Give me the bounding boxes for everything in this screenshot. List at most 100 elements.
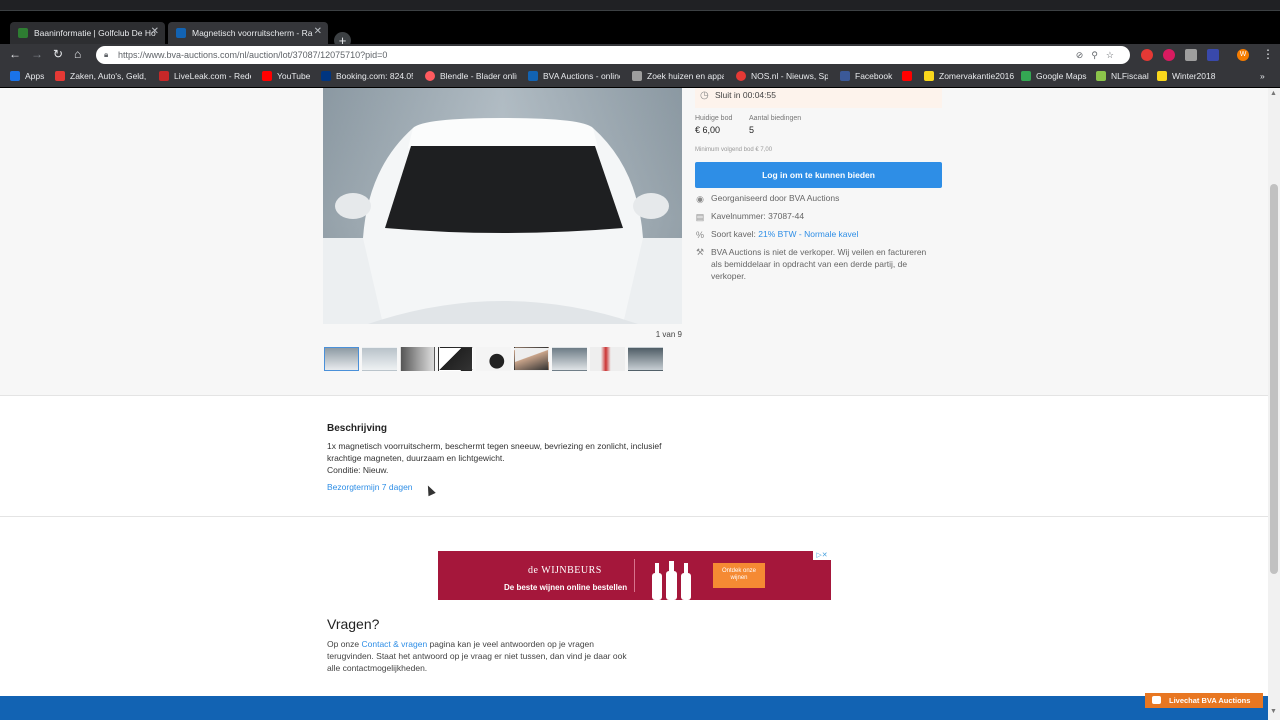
extension-icon[interactable] <box>1141 49 1153 61</box>
image-counter: 1 van 9 <box>655 330 682 339</box>
more-bookmarks-icon[interactable]: » <box>1260 71 1265 81</box>
extension-icon[interactable] <box>1207 49 1219 61</box>
bookmark-favicon-icon <box>159 71 169 81</box>
menu-dots-icon[interactable]: ⋮ <box>1262 47 1274 61</box>
bookmark-label: Zoek huizen en appa... <box>647 71 724 81</box>
close-tab-icon[interactable]: ✕ <box>151 26 159 37</box>
bookmark-label: LiveLeak.com - Rede... <box>174 71 251 81</box>
minimum-next-bid: Minimum volgend bod € 7,00 <box>695 147 773 153</box>
bookmark-folder[interactable]: Zomervakantie2016 <box>924 71 1014 81</box>
blendle-icon <box>425 71 435 81</box>
bookmark-item[interactable]: Zoek huizen en appa... <box>632 71 724 81</box>
questions-title: Vragen? <box>327 616 380 632</box>
bookmark-item[interactable]: NOS.nl - Nieuws, Spo... <box>736 71 828 81</box>
livechat-button[interactable]: Livechat BVA Auctions <box>1145 693 1263 708</box>
url-text: https://www.bva-auctions.com/nl/auction/… <box>118 50 388 60</box>
bookmark-item[interactable]: BVA Auctions - online... <box>528 71 620 81</box>
footer-band <box>0 696 1268 720</box>
tab-golfclub[interactable]: Baaninformatie | Golfclub De Ho ✕ <box>10 22 165 44</box>
contact-link[interactable]: Contact & vragen <box>362 639 428 649</box>
countdown-box: ◷ Sluit in 00:04:55 <box>695 88 942 108</box>
thumbnail[interactable] <box>552 347 587 371</box>
bookmark-favicon-icon <box>55 71 65 81</box>
bookmark-item[interactable]: LiveLeak.com - Rede... <box>159 71 251 81</box>
thumbnail[interactable] <box>400 347 435 371</box>
organiser-icon: ◉ <box>696 194 704 204</box>
bookmark-label: Blendle - Blader onlin... <box>440 71 517 81</box>
bookmark-item[interactable]: Zaken, Auto's, Geld, ... <box>55 71 147 81</box>
scroll-down-icon[interactable]: ▼ <box>1270 708 1277 715</box>
thumbnail[interactable] <box>438 347 473 371</box>
nos-icon <box>736 71 746 81</box>
browser-toolbar: ← → ↻ ⌂ 🔒︎ https://www.bva-auctions.com/… <box>0 44 1280 66</box>
thumbnail[interactable] <box>590 347 625 371</box>
thumbnail[interactable] <box>324 347 359 371</box>
extension-icon[interactable] <box>1185 49 1197 61</box>
description-title: Beschrijving <box>327 423 388 434</box>
ad-close-icon[interactable]: ▷✕ <box>813 551 831 560</box>
apps-icon <box>10 71 20 81</box>
lot-type-link[interactable]: 21% BTW - Normale kavel <box>758 229 858 240</box>
youtube-icon <box>262 71 272 81</box>
bookmarks-bar: Apps Zaken, Auto's, Geld, ... LiveLeak.c… <box>0 66 1280 88</box>
bids-count-label: Aantal biedingen <box>749 115 802 122</box>
bookmark-label: Zaken, Auto's, Geld, ... <box>70 71 147 81</box>
close-tab-icon[interactable]: ✕ <box>314 26 322 37</box>
image-thumbnails <box>324 347 663 371</box>
bva-favicon-icon <box>176 28 186 38</box>
livechat-label: Livechat BVA Auctions <box>1169 696 1251 705</box>
advertisement-banner[interactable]: de WIJNBEURS De beste wijnen online best… <box>438 551 831 600</box>
tab-title: Baaninformatie | Golfclub De Ho <box>34 28 156 38</box>
product-main-image[interactable] <box>323 88 682 324</box>
tab-title: Magnetisch voorruitscherm - Ra <box>192 28 313 38</box>
ad-tagline: De beste wijnen online bestellen <box>504 583 628 592</box>
booking-icon <box>321 71 331 81</box>
lot-type-row: % Soort kavel: 21% BTW - Normale kavel <box>695 229 858 240</box>
youtube-icon <box>902 71 912 81</box>
address-bar[interactable]: 🔒︎ https://www.bva-auctions.com/nl/aucti… <box>96 46 1130 64</box>
bookmark-item[interactable]: Google Maps <box>1021 71 1087 81</box>
countdown-text: Sluit in 00:04:55 <box>715 90 776 100</box>
bva-icon <box>528 71 538 81</box>
questions-text-start: Op onze <box>327 639 362 649</box>
condition-text: Conditie: Nieuw. <box>327 465 389 475</box>
percent-icon: % <box>695 230 704 240</box>
omnibox-actions[interactable]: ⊘⚲☆ <box>1076 46 1122 64</box>
profile-avatar[interactable]: W <box>1237 49 1249 61</box>
bookmark-apps[interactable]: Apps <box>10 71 44 81</box>
bookmark-item[interactable]: Blendle - Blader onlin... <box>425 71 517 81</box>
bookmark-item[interactable]: Facebook <box>840 71 892 81</box>
facebook-icon <box>840 71 850 81</box>
thumbnail[interactable] <box>362 347 397 371</box>
maps-icon <box>1021 71 1031 81</box>
bookmark-label: NLFiscaal <box>1111 71 1149 81</box>
car-windshield-illustration <box>323 88 682 324</box>
clock-icon: ◷ <box>700 90 709 101</box>
reload-icon[interactable]: ↻ <box>53 47 63 61</box>
thumbnail[interactable] <box>514 347 549 371</box>
scroll-up-icon[interactable]: ▲ <box>1270 90 1277 97</box>
page-scrollbar[interactable]: ▲ ▼ <box>1268 88 1280 720</box>
bookmark-item[interactable]: Booking.com: 824.05... <box>321 71 413 81</box>
tab-bva[interactable]: Magnetisch voorruitscherm - Ra ✕ <box>168 22 328 44</box>
login-to-bid-button[interactable]: Log in om te kunnen bieden <box>695 162 942 188</box>
document-icon: ▤ <box>695 212 705 222</box>
thumbnail[interactable] <box>628 347 663 371</box>
bookmark-label: Apps <box>25 71 45 81</box>
bookmark-item[interactable] <box>902 71 917 81</box>
extension-icon[interactable] <box>1163 49 1175 61</box>
bookmark-item[interactable]: NLFiscaal <box>1096 71 1149 81</box>
home-icon[interactable]: ⌂ <box>74 47 81 61</box>
bookmark-folder[interactable]: Winter2018 <box>1157 71 1215 81</box>
folder-icon <box>1157 71 1167 81</box>
forward-icon[interactable]: → <box>31 47 43 61</box>
back-icon[interactable]: ← <box>9 47 21 61</box>
delivery-time-link[interactable]: Bezorgtermijn 7 dagen <box>327 482 413 492</box>
bookmark-item[interactable]: YouTube <box>262 71 310 81</box>
thumbnail[interactable] <box>476 347 511 371</box>
scroll-thumb[interactable] <box>1270 184 1278 574</box>
current-bid-label: Huidige bod <box>695 115 733 122</box>
tab-strip: Baaninformatie | Golfclub De Ho ✕ Magnet… <box>0 10 1280 49</box>
bookmark-label: NOS.nl - Nieuws, Spo... <box>751 71 828 81</box>
ad-cta-button[interactable]: Ontdek onze wijnen <box>713 563 765 588</box>
